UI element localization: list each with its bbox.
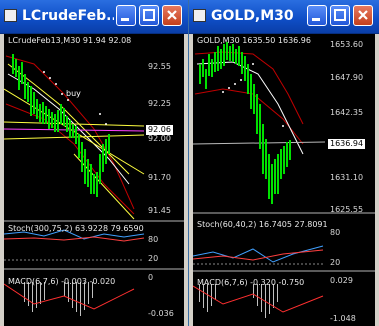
- crude-current-price: 92.06: [146, 125, 173, 135]
- gold-stoch-label: Stoch(60,40,2) 16.7405 27.8091: [197, 220, 328, 229]
- gold-price-tick: 1647.90: [330, 73, 364, 82]
- minimize-button[interactable]: [116, 5, 136, 26]
- close-button[interactable]: [162, 5, 182, 26]
- crude-price-tick: 91.70: [148, 173, 171, 182]
- gold-macd-label: MACD(6,7,6) -0.320 -0.750: [197, 278, 305, 287]
- crude-macd-label: MACD(6,7,6) -0.003 -0.020: [8, 277, 116, 286]
- crude-price-chart[interactable]: LCrudeFeb13,M30 91.94 92.08 buy 92.55 92…: [4, 34, 184, 326]
- close-icon: [167, 10, 177, 20]
- minimize-button[interactable]: [307, 5, 327, 26]
- gold-chart-header: GOLD,M30 1635.50 1636.96: [197, 36, 311, 45]
- maximize-icon: [143, 9, 155, 21]
- gold-title-bar[interactable]: GOLD,M30: [189, 0, 379, 34]
- crude-chart-header: LCrudeFeb13,M30 91.94 92.08: [8, 36, 132, 45]
- maximize-button[interactable]: [330, 5, 350, 26]
- maximize-icon: [334, 9, 346, 21]
- crude-window-title: LCrudeFeb...: [22, 8, 114, 24]
- crude-price-tick: 92.55: [148, 62, 171, 71]
- gold-stoch-tick: 20: [330, 258, 341, 267]
- gold-macd-tick: 0.029: [330, 276, 353, 285]
- gold-price-tick: 1653.60: [330, 40, 364, 49]
- gold-window-title: GOLD,M30: [211, 8, 294, 24]
- maximize-button[interactable]: [139, 5, 159, 26]
- crude-price-tick: 92.25: [148, 99, 171, 108]
- crude-macd-tick: -0.036: [148, 309, 174, 318]
- gold-price-chart[interactable]: GOLD,M30 1635.50 1636.96 1653.60 1647.90…: [193, 34, 375, 326]
- crude-stoch-tick: 80: [148, 235, 159, 244]
- chart-icon: [193, 9, 206, 22]
- buy-signal-label: buy: [66, 89, 81, 98]
- gold-price-tick: 1642.35: [330, 108, 364, 117]
- gold-price-tick: 1631.10: [330, 173, 364, 182]
- gold-price-tick: 1625.55: [330, 205, 364, 214]
- minimize-icon: [312, 18, 320, 21]
- close-icon: [358, 10, 368, 20]
- crude-macd-tick: 0: [148, 273, 154, 282]
- gold-candles: [199, 42, 291, 204]
- minimize-icon: [121, 18, 129, 21]
- chart-icon: [4, 9, 17, 22]
- crude-candles: [12, 54, 110, 197]
- gold-stoch-tick: 80: [330, 228, 341, 237]
- crude-stoch-label: Stoch(300,75,2) 63.9228 79.6590: [8, 224, 144, 233]
- gold-chart-window[interactable]: GOLD,M30 GOLD,M30 1635.50 1636.96 1653.6…: [189, 0, 379, 326]
- crude-price-tick: 91.45: [148, 206, 171, 215]
- crude-price-tick: 92.00: [148, 134, 171, 143]
- gold-macd-tick: -1.048: [330, 314, 356, 323]
- crude-title-bar[interactable]: LCrudeFeb...: [0, 0, 188, 34]
- crude-stoch-tick: 20: [148, 254, 159, 263]
- crude-chart-window[interactable]: LCrudeFeb... LCrudeFeb13,M30 91.94 92.08…: [0, 0, 188, 326]
- gold-current-price: 1636.94: [328, 139, 366, 149]
- close-button[interactable]: [353, 5, 373, 26]
